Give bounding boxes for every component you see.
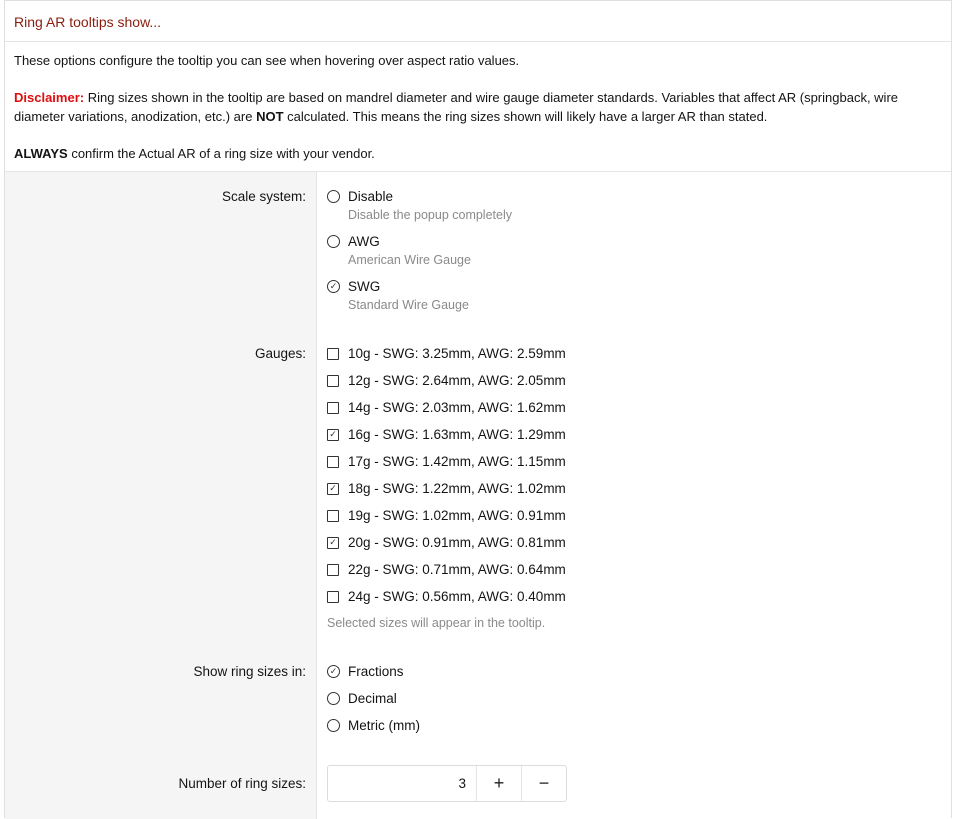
checkbox-icon[interactable] xyxy=(327,401,339,414)
checkbox-checked-icon[interactable]: ✓ xyxy=(327,428,339,441)
checkbox-icon[interactable] xyxy=(327,509,339,522)
radio-label: Metric (mm) xyxy=(348,718,420,733)
checkbox-icon[interactable] xyxy=(327,563,339,576)
gauges-label: Gauges: xyxy=(254,346,306,361)
increment-button[interactable]: + xyxy=(476,766,521,801)
radio-icon[interactable] xyxy=(327,190,340,203)
radio-fractions[interactable]: ✓ Fractions xyxy=(327,664,404,679)
checkbox-label: 18g - SWG: 1.22mm, AWG: 1.02mm xyxy=(348,481,566,496)
checkbox-label: 20g - SWG: 0.91mm, AWG: 0.81mm xyxy=(348,535,566,550)
checkbox-icon[interactable] xyxy=(327,455,339,468)
gauge-checkbox-18g[interactable]: ✓ 18g - SWG: 1.22mm, AWG: 1.02mm xyxy=(327,481,566,496)
section-title: Ring AR tooltips show... xyxy=(5,1,951,42)
radio-checked-icon[interactable]: ✓ xyxy=(327,280,340,293)
gauge-checkbox-24g[interactable]: 24g - SWG: 0.56mm, AWG: 0.40mm xyxy=(327,589,566,604)
checkbox-icon[interactable] xyxy=(327,347,339,360)
radio-label: SWG xyxy=(348,279,381,294)
radio-hint: American Wire Gauge xyxy=(348,253,471,267)
radio-hint: Disable the popup completely xyxy=(348,208,512,222)
gauge-checkbox-19g[interactable]: 19g - SWG: 1.02mm, AWG: 0.91mm xyxy=(327,508,566,523)
gauge-checkbox-17g[interactable]: 17g - SWG: 1.42mm, AWG: 1.15mm xyxy=(327,454,566,469)
ring-size-count-label: Number of ring sizes: xyxy=(178,776,306,791)
disclaimer-text: Disclaimer: Ring sizes shown in the tool… xyxy=(14,70,942,126)
checkmark-icon: ✓ xyxy=(329,666,338,676)
control-column: Disable Disable the popup completely AWG… xyxy=(317,172,951,819)
radio-label: AWG xyxy=(348,234,380,249)
gauge-checkbox-16g[interactable]: ✓ 16g - SWG: 1.63mm, AWG: 1.29mm xyxy=(327,427,566,442)
checkbox-label: 22g - SWG: 0.71mm, AWG: 0.64mm xyxy=(348,562,566,577)
radio-label: Decimal xyxy=(348,691,397,706)
checkbox-label: 14g - SWG: 2.03mm, AWG: 1.62mm xyxy=(348,400,566,415)
radio-metric[interactable]: Metric (mm) xyxy=(327,718,420,733)
radio-checked-icon[interactable]: ✓ xyxy=(327,665,340,678)
gauge-checkbox-12g[interactable]: 12g - SWG: 2.64mm, AWG: 2.05mm xyxy=(327,373,566,388)
checkbox-label: 16g - SWG: 1.63mm, AWG: 1.29mm xyxy=(348,427,566,442)
label-column: Scale system: Gauges: Show ring sizes in… xyxy=(5,172,317,819)
gauge-checkbox-10g[interactable]: 10g - SWG: 3.25mm, AWG: 2.59mm xyxy=(327,346,566,361)
gauge-checkbox-14g[interactable]: 14g - SWG: 2.03mm, AWG: 1.62mm xyxy=(327,400,566,415)
radio-icon[interactable] xyxy=(327,692,340,705)
ring-size-count-input[interactable]: 3 xyxy=(328,766,476,801)
radio-label: Fractions xyxy=(348,664,404,679)
decrement-button[interactable]: − xyxy=(521,766,566,801)
disclaimer-label: Disclaimer: xyxy=(14,90,85,105)
gauge-checkbox-22g[interactable]: 22g - SWG: 0.71mm, AWG: 0.64mm xyxy=(327,562,566,577)
gauge-checkbox-20g[interactable]: ✓ 20g - SWG: 0.91mm, AWG: 0.81mm xyxy=(327,535,566,550)
checkbox-icon[interactable] xyxy=(327,590,339,603)
checkbox-label: 19g - SWG: 1.02mm, AWG: 0.91mm xyxy=(348,508,566,523)
checkmark-icon: ✓ xyxy=(329,429,337,439)
always-label: ALWAYS xyxy=(14,146,68,161)
checkmark-icon: ✓ xyxy=(329,483,337,493)
disclaimer-body-b: calculated. This means the ring sizes sh… xyxy=(283,109,768,124)
checkmark-icon: ✓ xyxy=(329,537,337,547)
intro-text: These options configure the tooltip you … xyxy=(5,42,951,163)
radio-awg[interactable]: AWG xyxy=(327,234,380,249)
checkbox-label: 12g - SWG: 2.64mm, AWG: 2.05mm xyxy=(348,373,566,388)
gauges-note: Selected sizes will appear in the toolti… xyxy=(327,616,546,630)
disclaimer-not: NOT xyxy=(256,109,284,124)
radio-disable[interactable]: Disable xyxy=(327,189,393,204)
checkbox-label: 10g - SWG: 3.25mm, AWG: 2.59mm xyxy=(348,346,566,361)
checkmark-icon: ✓ xyxy=(329,281,338,291)
options-panel: Ring AR tooltips show... These options c… xyxy=(4,0,952,819)
radio-label: Disable xyxy=(348,189,394,204)
checkbox-label: 24g - SWG: 0.56mm, AWG: 0.40mm xyxy=(348,589,566,604)
settings-form: Scale system: Gauges: Show ring sizes in… xyxy=(5,171,951,819)
radio-decimal[interactable]: Decimal xyxy=(327,691,397,706)
checkbox-icon[interactable] xyxy=(327,374,339,387)
ring-size-count-stepper[interactable]: 3 + − xyxy=(327,765,567,802)
radio-icon[interactable] xyxy=(327,235,340,248)
radio-swg[interactable]: ✓ SWG xyxy=(327,279,380,294)
always-body: confirm the Actual AR of a ring size wit… xyxy=(67,146,375,161)
description-text: These options configure the tooltip you … xyxy=(14,53,520,68)
radio-icon[interactable] xyxy=(327,719,340,732)
ring-sizes-format-label: Show ring sizes in: xyxy=(193,664,306,679)
checkbox-checked-icon[interactable]: ✓ xyxy=(327,536,339,549)
checkbox-label: 17g - SWG: 1.42mm, AWG: 1.15mm xyxy=(348,454,566,469)
checkbox-checked-icon[interactable]: ✓ xyxy=(327,482,339,495)
radio-hint: Standard Wire Gauge xyxy=(348,298,469,312)
always-text: ALWAYS confirm the Actual AR of a ring s… xyxy=(14,126,942,163)
scale-system-label: Scale system: xyxy=(221,189,306,204)
